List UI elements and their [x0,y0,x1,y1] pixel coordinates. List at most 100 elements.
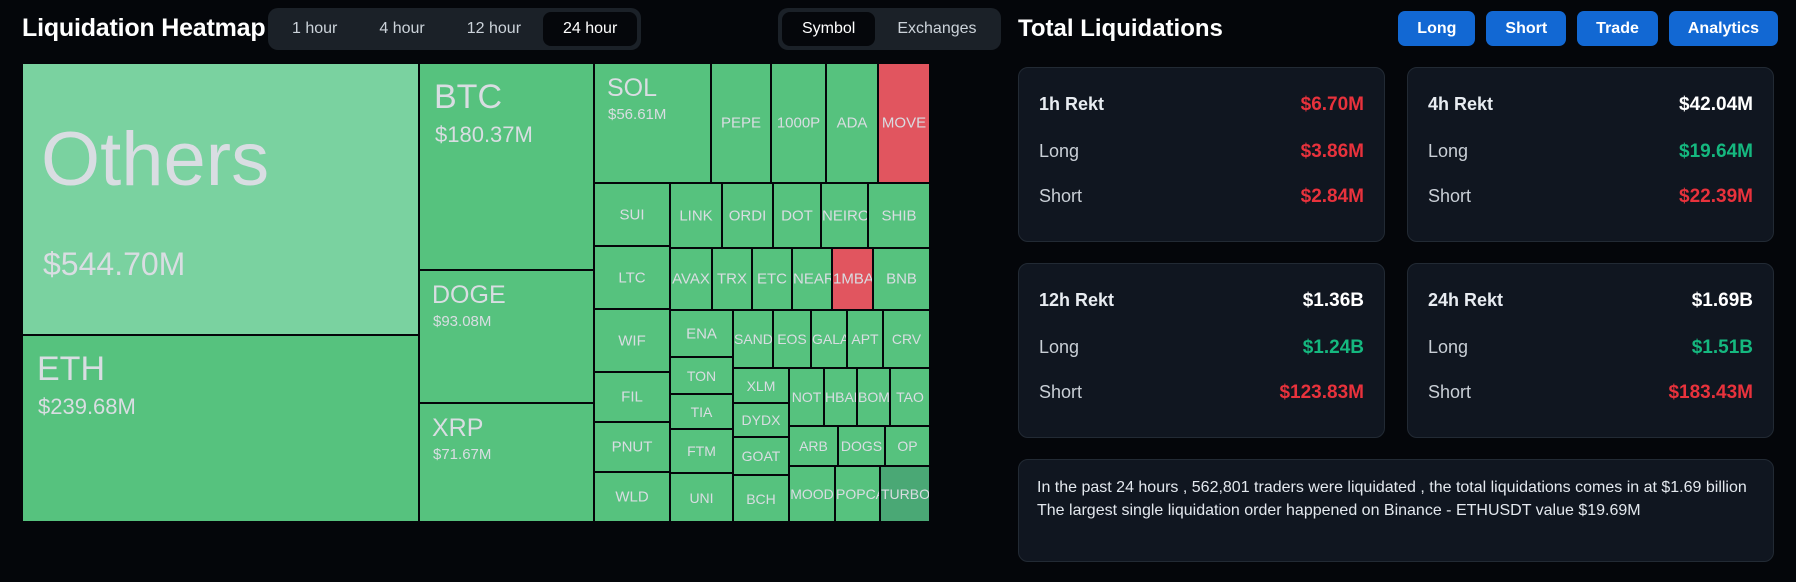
treemap-tile-wif[interactable]: WIF [594,309,670,372]
tile-symbol-label: SAND [734,331,772,347]
treemap-tile-ena[interactable]: ENA [670,310,733,357]
treemap-tile-tia[interactable]: TIA [670,394,733,429]
treemap-tile-neiro[interactable]: NEIRO [821,183,868,248]
treemap-tile-avax[interactable]: AVAX [670,248,712,310]
treemap-tile-near[interactable]: NEAR [792,248,832,310]
treemap-tile-dot[interactable]: DOT [773,183,821,248]
tile-symbol-label: TURBO [881,486,929,502]
treemap-tile-not[interactable]: NOT [789,368,824,426]
stat-long-row-label: Long [1039,141,1079,162]
tile-value-label: $239.68M [38,394,136,420]
analytics-button[interactable]: Analytics [1669,11,1778,46]
treemap-tile-mood[interactable]: MOOD [789,466,835,522]
stat-short-row-label: Short [1039,382,1082,403]
stat-short-row-value: $2.84M [1301,186,1364,208]
tile-symbol-label: UNI [671,490,732,506]
tile-symbol-label: XRP [432,414,483,443]
treemap-tile-uni[interactable]: UNI [670,473,733,522]
treemap-tile-btc[interactable]: BTC$180.37M [419,63,594,270]
timeframe-button-12-hour[interactable]: 12 hour [447,12,541,46]
treemap-tile-bome[interactable]: BOME [857,368,890,426]
tile-symbol-label: 1MBABY [833,271,872,288]
stat-total-row-value: $1.36B [1303,290,1364,312]
stat-long-row-value: $1.24B [1303,337,1364,359]
treemap-tile-eth[interactable]: ETH$239.68M [22,335,419,522]
stat-long-row: Long$3.86M [1039,141,1364,163]
treemap-tile-crv[interactable]: CRV [883,310,930,368]
treemap-tile-dydx[interactable]: DYDX [733,403,789,437]
treemap-tile-bnb[interactable]: BNB [873,248,930,310]
treemap-tile-link[interactable]: LINK [670,183,722,248]
stat-total-row: 1h Rekt$6.70M [1039,94,1364,116]
tile-symbol-label: DOGS [839,438,884,454]
stat-long-row: Long$1.51B [1428,337,1753,359]
treemap-tile-dogs[interactable]: DOGS [838,426,885,466]
tile-symbol-label: TAO [891,389,929,405]
timeframe-button-24-hour[interactable]: 24 hour [543,12,637,46]
treemap-tile-xrp[interactable]: XRP$71.67M [419,403,594,522]
treemap-tile-move[interactable]: MOVE [878,63,930,183]
tile-symbol-label: NOT [790,389,823,405]
short-button[interactable]: Short [1486,11,1566,46]
treemap-tile-1000p[interactable]: 1000P [771,63,826,183]
tile-symbol-label: ENA [671,325,732,342]
stat-long-row-label: Long [1428,337,1468,358]
tile-symbol-label: WIF [595,332,669,349]
treemap-tile-xlm[interactable]: XLM [733,368,789,403]
stat-short-row: Short$123.83M [1039,382,1364,404]
treemap-tile-apt[interactable]: APT [847,310,883,368]
treemap-tile-popcat[interactable]: POPCAT [835,466,880,522]
stat-total-row: 24h Rekt$1.69B [1428,290,1753,312]
treemap-tile-gala[interactable]: GALA [811,310,847,368]
treemap-tile-others[interactable]: Others $544.70M [22,63,419,335]
liquidation-treemap[interactable]: Others $544.70M ETH$239.68MBTC$180.37MDOGE… [22,63,1008,522]
treemap-tile-1mbaby[interactable]: 1MBABY [832,248,873,310]
treemap-tile-doge[interactable]: DOGE$93.08M [419,270,594,403]
treemap-tile-ltc[interactable]: LTC [594,246,670,309]
treemap-tile-pepe[interactable]: PEPE [711,63,771,183]
treemap-tile-ftm[interactable]: FTM [670,429,733,473]
stat-short-row: Short$22.39M [1428,186,1753,208]
tile-symbol-label: FTM [671,443,732,459]
timeframe-button-1-hour[interactable]: 1 hour [272,12,357,46]
treemap-tile-trx[interactable]: TRX [712,248,752,310]
treemap-tile-etc[interactable]: ETC [752,248,792,310]
timeframe-button-4-hour[interactable]: 4 hour [359,12,444,46]
treemap-tile-sand[interactable]: SAND [733,310,773,368]
treemap-tile-shib[interactable]: SHIB [868,183,930,248]
stat-short-row-value: $22.39M [1679,186,1753,208]
tile-symbol-label: DOT [774,207,820,224]
treemap-tile-fil[interactable]: FIL [594,372,670,422]
treemap-tile-op[interactable]: OP [885,426,930,466]
tile-symbol-label: BCH [734,491,788,507]
treemap-tile-ada[interactable]: ADA [826,63,878,183]
treemap-tile-sol[interactable]: SOL$56.61M [594,63,711,183]
treemap-tile-goat[interactable]: GOAT [733,437,789,475]
treemap-tile-hbar[interactable]: HBAR [824,368,857,426]
tile-symbol-label: Others [41,116,269,203]
treemap-tile-arb[interactable]: ARB [789,426,838,466]
trade-button[interactable]: Trade [1577,11,1658,46]
stat-long-row-label: Long [1428,141,1468,162]
stat-long-row-value: $19.64M [1679,141,1753,163]
tile-symbol-label: POPCAT [836,486,879,502]
treemap-tile-turbo[interactable]: TURBO [880,466,930,522]
stat-total-row-value: $6.70M [1301,94,1364,116]
tile-symbol-label: GALA [812,331,846,347]
view-mode-button-exchanges[interactable]: Exchanges [877,12,996,46]
stat-long-row-label: Long [1039,337,1079,358]
tile-symbol-label: 1000P [772,115,825,132]
view-mode-button-symbol[interactable]: Symbol [782,12,875,46]
treemap-tile-tao[interactable]: TAO [890,368,930,426]
treemap-tile-sui[interactable]: SUI [594,183,670,246]
tile-value-label: $544.70M [43,246,185,283]
liquidation-summary-box: In the past 24 hours , 562,801 traders w… [1018,459,1774,562]
treemap-tile-ordi[interactable]: ORDI [722,183,773,248]
treemap-tile-bch[interactable]: BCH [733,475,789,522]
treemap-tile-ton[interactable]: TON [670,357,733,394]
long-button[interactable]: Long [1398,11,1475,46]
treemap-tile-pnut[interactable]: PNUT [594,422,670,472]
treemap-tile-eos[interactable]: EOS [773,310,811,368]
treemap-tile-wld[interactable]: WLD [594,472,670,522]
stat-total-row-value: $42.04M [1679,94,1753,116]
